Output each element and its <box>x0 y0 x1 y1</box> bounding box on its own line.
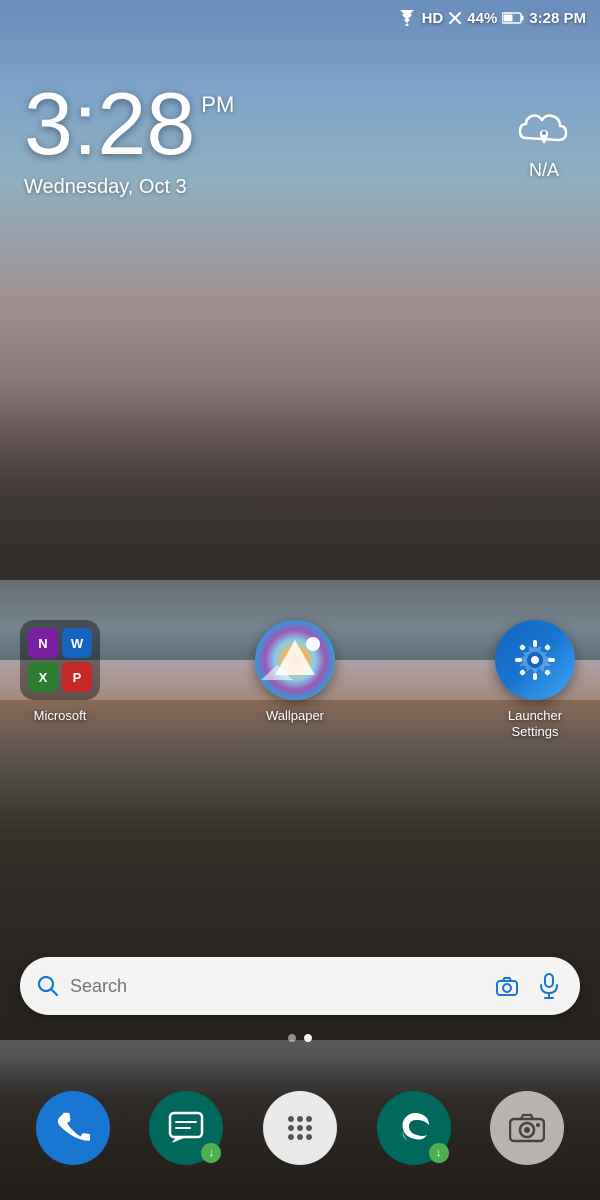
camera-search-button[interactable] <box>492 971 522 1001</box>
time-display: 3:28 PM <box>24 80 234 168</box>
status-icons: HD 44% 3:28 PM <box>397 10 586 27</box>
launcher-settings-label: Launcher Settings <box>490 708 580 739</box>
apps-area: N W X P Microsoft <box>0 620 600 739</box>
clock-ampm: PM <box>201 92 234 118</box>
messages-badge: ↓ <box>201 1143 221 1163</box>
launcher-settings-icon[interactable] <box>495 620 575 700</box>
hd-badge: HD <box>422 10 444 27</box>
dock-camera-button[interactable] <box>490 1091 564 1165</box>
microsoft-label: Microsoft <box>34 708 87 724</box>
search-actions <box>492 971 564 1001</box>
battery-percentage: 44% <box>467 10 497 27</box>
onenote-icon: N <box>28 628 58 658</box>
search-input[interactable] <box>70 976 492 997</box>
wallpaper-app-item[interactable]: Wallpaper <box>255 620 335 724</box>
microphone-search-button[interactable] <box>534 971 564 1001</box>
gear-icon <box>513 638 557 682</box>
weather-label: N/A <box>529 160 559 181</box>
clock-area: 3:28 PM Wednesday, Oct 3 N/A <box>0 80 600 199</box>
microsoft-folder-icon[interactable]: N W X P <box>20 620 100 700</box>
dock-edge-button[interactable]: ↓ <box>377 1091 451 1165</box>
microphone-icon <box>538 973 560 999</box>
search-icon <box>36 974 60 998</box>
battery-icon <box>502 12 524 24</box>
wifi-icon <box>397 10 417 26</box>
wallpaper-label: Wallpaper <box>266 708 324 724</box>
page-indicators <box>0 1034 600 1042</box>
page-dot-1[interactable] <box>288 1034 296 1042</box>
status-time: 3:28 PM <box>529 10 586 27</box>
apps-grid-icon <box>283 1111 317 1145</box>
wallpaper-icon-graphic <box>255 620 335 700</box>
wallpaper-app-icon[interactable] <box>255 620 335 700</box>
page-dot-2[interactable] <box>304 1034 312 1042</box>
launcher-settings-item[interactable]: Launcher Settings <box>490 620 580 739</box>
dock-phone-button[interactable] <box>36 1091 110 1165</box>
camera-search-icon <box>494 975 520 997</box>
camera-icon <box>509 1113 545 1143</box>
clock-time: 3:28 <box>24 80 195 168</box>
dock-apps-button[interactable] <box>263 1091 337 1165</box>
clock-date: Wednesday, Oct 3 <box>24 176 234 199</box>
word-icon: W <box>62 628 92 658</box>
clock-left: 3:28 PM Wednesday, Oct 3 <box>24 80 234 199</box>
weather-icon <box>512 100 576 154</box>
bottom-dock: ↓ ↓ <box>0 1055 600 1200</box>
edge-badge: ↓ <box>429 1143 449 1163</box>
dock-messages-button[interactable]: ↓ <box>149 1091 223 1165</box>
status-bar: HD 44% 3:28 PM <box>0 0 600 36</box>
excel-icon: X <box>28 662 58 692</box>
search-bar[interactable] <box>20 957 580 1015</box>
messages-icon <box>168 1111 204 1145</box>
phone-icon <box>56 1111 90 1145</box>
edge-icon <box>395 1109 433 1147</box>
powerpoint-icon: P <box>62 662 92 692</box>
microsoft-folder-item[interactable]: N W X P Microsoft <box>20 620 100 724</box>
signal-cross-icon <box>448 11 462 25</box>
weather-widget: N/A <box>512 100 576 181</box>
